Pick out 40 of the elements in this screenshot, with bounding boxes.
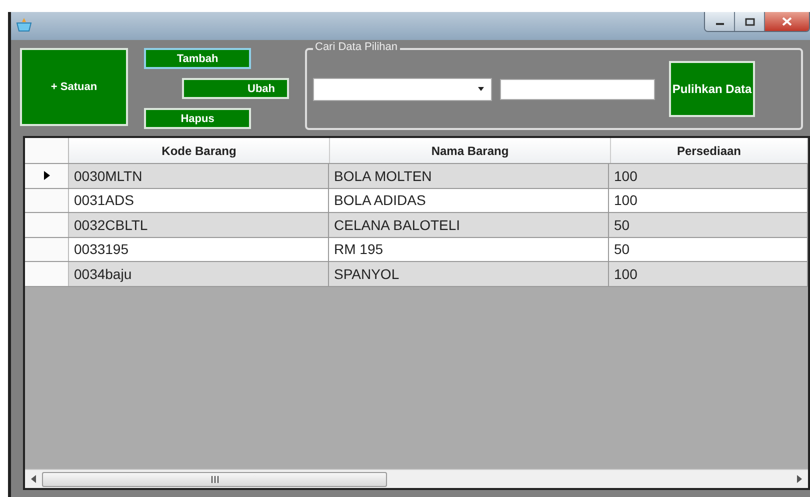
search-dropdown[interactable] — [313, 78, 492, 100]
column-header[interactable]: Nama Barang — [330, 138, 611, 163]
pulihkan-data-button[interactable]: Pulihkan Data — [669, 61, 755, 117]
tambah-button[interactable]: Tambah — [144, 48, 251, 69]
close-button[interactable] — [765, 12, 809, 31]
ubah-button[interactable]: Ubah — [182, 78, 289, 99]
table-cell: BOLA ADIDAS — [329, 188, 609, 212]
scroll-right-icon[interactable] — [797, 475, 802, 483]
table-cell: RM 195 — [329, 238, 609, 261]
current-row-icon — [44, 171, 50, 180]
scrollbar-thumb[interactable] — [42, 472, 387, 486]
satuan-button[interactable]: + Satuan — [20, 48, 128, 126]
maximize-button[interactable] — [735, 12, 765, 31]
dropdown-arrow-icon — [477, 86, 485, 92]
column-header[interactable]: Persediaan — [611, 138, 808, 163]
close-icon — [782, 17, 792, 26]
row-header[interactable] — [25, 164, 69, 188]
maximize-icon — [744, 18, 754, 26]
table-cell: 100 — [609, 188, 808, 212]
table-cell: BOLA MOLTEN — [329, 164, 609, 188]
group-title: Cari Data Pilihan — [313, 41, 400, 53]
minimize-button[interactable] — [705, 12, 735, 31]
table-cell: CELANA BALOTELI — [329, 213, 609, 236]
table-cell: 100 — [609, 164, 808, 188]
table-cell: 0030MLTN — [69, 164, 329, 188]
hapus-button[interactable]: Hapus — [144, 108, 251, 129]
table-cell: 0031ADS — [69, 188, 329, 212]
horizontal-scrollbar[interactable] — [25, 469, 808, 488]
table-cell: 0032CBLTL — [69, 213, 329, 236]
column-header[interactable]: Kode Barang — [69, 138, 330, 163]
table-cell: 0033195 — [69, 238, 329, 261]
table-cell: 50 — [609, 213, 808, 236]
table-cell: 50 — [609, 238, 808, 261]
scroll-left-icon[interactable] — [31, 475, 36, 483]
grip-icon — [210, 476, 218, 482]
basket-icon — [16, 17, 32, 33]
table-cell: SPANYOL — [329, 262, 609, 286]
search-field[interactable] — [500, 78, 655, 100]
table-cell: 0034baju — [69, 262, 329, 286]
table-cell: 100 — [609, 262, 808, 286]
